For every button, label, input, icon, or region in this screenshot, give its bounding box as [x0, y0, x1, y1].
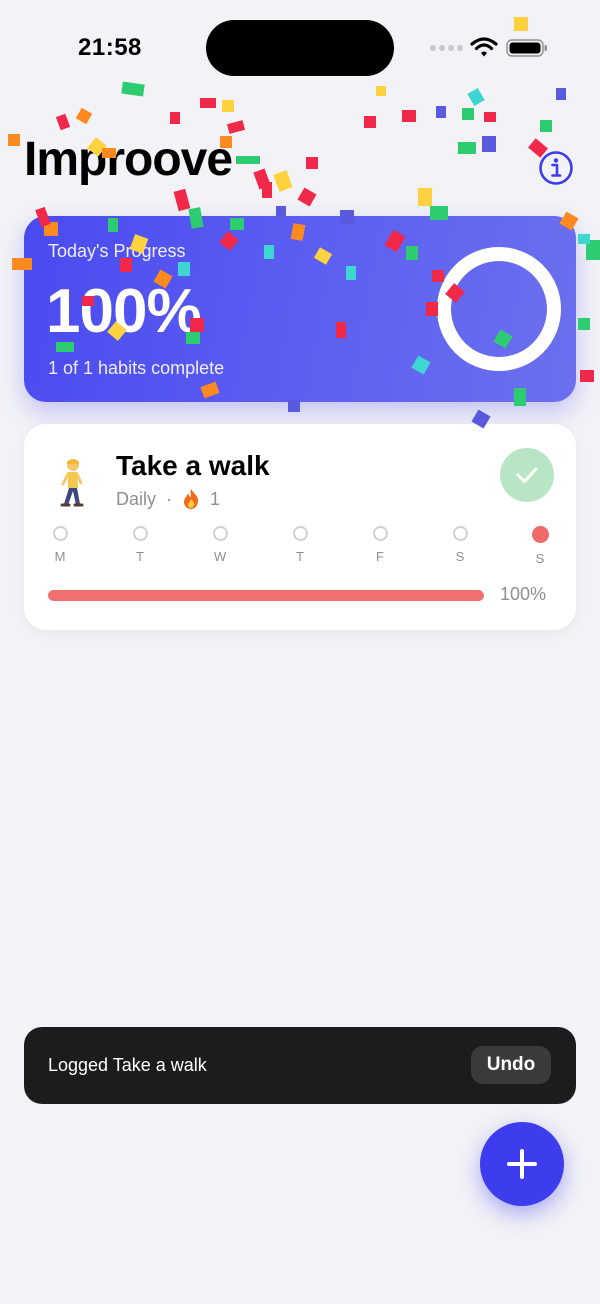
progress-ring-arc — [437, 247, 561, 371]
complete-habit-button[interactable] — [500, 448, 554, 502]
info-circle-icon[interactable] — [538, 150, 574, 186]
day-tuesday[interactable]: T — [128, 526, 152, 566]
app-title: Improove — [24, 133, 233, 186]
habit-frequency: Daily — [116, 488, 157, 509]
day-monday[interactable]: M — [48, 526, 72, 566]
progress-ring — [437, 247, 561, 371]
day-indicator — [452, 526, 468, 541]
toast-message: Logged Take a walk — [48, 1055, 207, 1075]
status-time: 21:58 — [78, 34, 142, 61]
day-label: F — [376, 549, 384, 564]
flame-icon — [184, 489, 199, 509]
habit-meta: Daily · 1 — [116, 488, 220, 510]
status-bar: 21:58 — [0, 0, 600, 96]
habit-progress-percent: 100% — [500, 584, 547, 604]
plus-icon — [507, 1149, 537, 1179]
week-tracker: M T W T F S S — [48, 526, 552, 566]
day-indicator — [292, 526, 308, 541]
snackbar-toast: Logged Take a walk Undo — [24, 1027, 576, 1104]
day-saturday[interactable]: S — [448, 526, 472, 566]
day-indicator — [372, 526, 388, 541]
day-sunday[interactable]: S — [528, 526, 552, 566]
undo-button[interactable]: Undo — [471, 1046, 551, 1084]
add-habit-button[interactable] — [480, 1122, 564, 1206]
day-label: T — [296, 549, 304, 564]
progress-percent: 100% — [46, 277, 202, 346]
dynamic-island — [206, 20, 394, 76]
progress-label: Today's Progress — [48, 241, 186, 261]
wifi-icon — [470, 37, 498, 57]
checkmark-icon — [516, 467, 538, 483]
battery-icon — [506, 39, 547, 57]
day-indicator — [531, 526, 549, 543]
day-label: T — [136, 549, 144, 564]
day-friday[interactable]: F — [368, 526, 392, 566]
habit-streak: 1 — [210, 488, 221, 509]
cellular-signal-icon — [430, 45, 463, 51]
day-label: M — [54, 549, 66, 564]
day-thursday[interactable]: T — [288, 526, 312, 566]
habit-progress-fill — [48, 590, 484, 601]
day-label: S — [455, 549, 465, 564]
habit-progress-bar — [48, 590, 484, 601]
progress-summary: 1 of 1 habits complete — [48, 358, 225, 378]
day-indicator — [52, 526, 68, 541]
today-progress-card: Today's Progress 100% 1 of 1 habits comp… — [24, 216, 576, 402]
habit-name: Take a walk — [116, 450, 270, 481]
meta-separator: · — [166, 488, 173, 509]
day-indicator — [212, 526, 228, 541]
day-label: S — [535, 551, 545, 566]
person-walking-icon — [60, 459, 84, 507]
day-wednesday[interactable]: W — [208, 526, 232, 566]
habit-card[interactable]: Take a walk Daily · 1 M T W T F S S 100% — [24, 424, 576, 630]
day-indicator — [132, 526, 148, 541]
day-label: W — [213, 549, 227, 564]
